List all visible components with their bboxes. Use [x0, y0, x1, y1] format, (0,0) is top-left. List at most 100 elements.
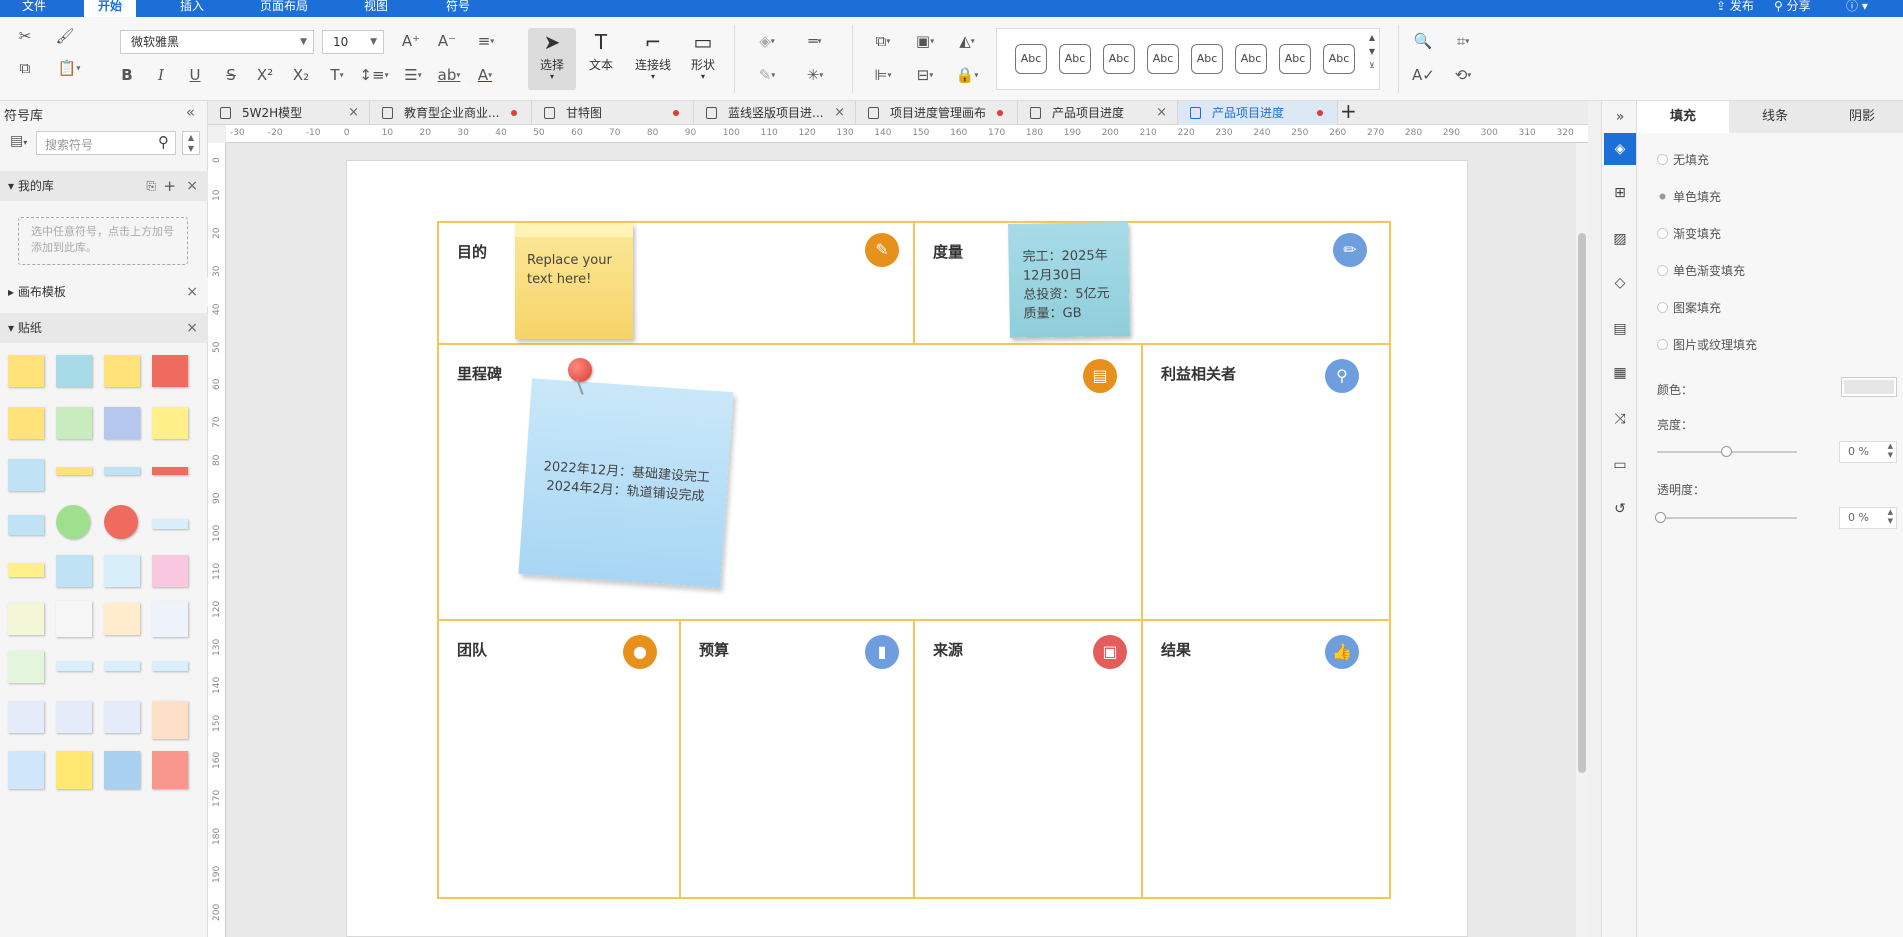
sticker-item[interactable]: [104, 751, 140, 789]
sticker-item[interactable]: [56, 661, 92, 671]
style-preset-7[interactable]: Abc: [1279, 44, 1311, 74]
sticker-item[interactable]: [8, 603, 44, 635]
spell-check-icon[interactable]: A✓: [1412, 64, 1435, 86]
doc-tab[interactable]: 蓝线竖版项目进... ×: [694, 101, 856, 125]
option-solid-gradient-fill[interactable]: 单色渐变填充: [1657, 262, 1745, 279]
font-family-select[interactable]: 微软雅黑 ▼: [120, 30, 314, 54]
sticker-item[interactable]: [56, 505, 90, 539]
style-preset-4[interactable]: Abc: [1147, 44, 1179, 74]
sticker-item[interactable]: [8, 515, 44, 535]
add-icon[interactable]: +: [163, 171, 176, 201]
sticker-item[interactable]: [104, 407, 140, 439]
data-icon[interactable]: ▦: [1610, 363, 1630, 383]
sticky-note-pinned[interactable]: 2022年12月：基础建设完工 2024年2月：轨道铺设完成: [518, 378, 734, 588]
brightness-slider[interactable]: [1657, 446, 1797, 457]
text-format-icon[interactable]: T▾: [322, 64, 352, 86]
canvas-templates-header[interactable]: ▸ 画布模板 ×: [0, 277, 208, 307]
sticker-item[interactable]: [152, 519, 188, 529]
arrange-icon[interactable]: ⧉▾: [868, 30, 898, 52]
presentation-icon[interactable]: ▭: [1610, 455, 1630, 475]
collapse-panel-icon[interactable]: «: [186, 103, 195, 121]
export-icon[interactable]: ⎘: [146, 171, 156, 201]
style-preset-8[interactable]: Abc: [1323, 44, 1355, 74]
find-replace-icon[interactable]: 🔍: [1412, 30, 1434, 52]
sticker-item[interactable]: [56, 467, 92, 475]
sticker-item[interactable]: [8, 407, 44, 439]
sticker-item[interactable]: [56, 555, 92, 587]
option-no-fill[interactable]: 无填充: [1657, 151, 1709, 168]
sticker-item[interactable]: [104, 467, 140, 475]
option-texture-fill[interactable]: 图片或纹理填充: [1657, 336, 1757, 353]
style-preset-5[interactable]: Abc: [1191, 44, 1223, 74]
close-icon[interactable]: ×: [834, 101, 845, 125]
sticker-item[interactable]: [152, 701, 188, 739]
opacity-input[interactable]: 0 % ▲ ▼: [1839, 507, 1897, 529]
stepper-icon[interactable]: ▲ ▼: [1888, 442, 1893, 460]
flip-icon[interactable]: ◭▾: [952, 30, 982, 52]
page-icon[interactable]: ▤: [1610, 319, 1630, 339]
cut-icon[interactable]: ✂: [14, 25, 36, 47]
opacity-slider[interactable]: [1655, 512, 1797, 523]
group-icon[interactable]: ▣▾: [910, 30, 940, 52]
color-picker[interactable]: [1841, 377, 1897, 397]
option-solid-fill[interactable]: 单色填充: [1657, 188, 1721, 205]
sticker-item[interactable]: [152, 467, 188, 475]
option-pattern-fill[interactable]: 图案填充: [1657, 299, 1721, 316]
style-preset-2[interactable]: Abc: [1059, 44, 1091, 74]
style-preset-6[interactable]: Abc: [1235, 44, 1267, 74]
history-icon[interactable]: ↺: [1610, 499, 1630, 519]
line-color-icon[interactable]: ✎▾: [752, 64, 782, 86]
doc-tab[interactable]: 教育型企业商业...: [370, 101, 532, 125]
font-color-icon[interactable]: A▾: [470, 64, 500, 86]
image-icon[interactable]: ▨: [1610, 229, 1630, 249]
subscript-icon[interactable]: X₂: [290, 64, 312, 86]
layers-icon[interactable]: ◇: [1610, 273, 1630, 293]
grid-icon[interactable]: ⊞: [1610, 183, 1630, 203]
doc-tab-active[interactable]: 产品项目进度: [1178, 101, 1338, 125]
brightness-input[interactable]: 0 % ▲ ▼: [1839, 441, 1897, 463]
select-tool[interactable]: ➤ 选择 ▾: [528, 28, 576, 90]
close-icon[interactable]: ×: [186, 171, 198, 201]
sticker-item[interactable]: [152, 601, 188, 637]
option-gradient-fill[interactable]: 渐变填充: [1657, 225, 1721, 242]
help-icon[interactable]: ⓘ ▾: [1846, 0, 1868, 15]
sticker-item[interactable]: [152, 407, 188, 439]
sticker-item[interactable]: [104, 661, 140, 671]
new-tab-icon[interactable]: +: [1340, 99, 1357, 123]
sticker-item[interactable]: [104, 355, 140, 387]
menu-symbol[interactable]: 符号: [432, 0, 484, 17]
doc-tab[interactable]: 项目进度管理画布: [856, 101, 1018, 125]
expand-panel-icon[interactable]: »: [1610, 107, 1630, 127]
fill-bucket-icon[interactable]: ◈: [1604, 133, 1636, 165]
sticker-item[interactable]: [152, 355, 188, 387]
connector-tool[interactable]: ⌐ 连接线 ▾: [630, 28, 676, 81]
replace-shape-icon[interactable]: ⟲▾: [1448, 64, 1478, 86]
list-icon[interactable]: ☰▾: [398, 64, 428, 86]
symbol-search-input[interactable]: 搜索符号 ⚲: [36, 131, 176, 155]
sticker-item[interactable]: [56, 701, 92, 733]
align-objects-icon[interactable]: ⊫▾: [868, 64, 898, 86]
distribute-icon[interactable]: ⊟▾: [910, 64, 940, 86]
close-icon[interactable]: ×: [348, 101, 359, 125]
doc-tab[interactable]: 产品项目进度 ×: [1018, 101, 1178, 125]
slider-knob[interactable]: [1655, 512, 1666, 523]
line-style-icon[interactable]: ═▾: [798, 30, 832, 52]
share-button[interactable]: ⚲ 分享: [1774, 0, 1811, 15]
effects-icon[interactable]: ✳▾: [798, 64, 832, 86]
sticker-item[interactable]: [104, 555, 140, 587]
tab-fill[interactable]: 填充: [1637, 101, 1729, 133]
sticker-item[interactable]: [8, 701, 44, 733]
sticker-item[interactable]: [8, 563, 44, 577]
sticker-item[interactable]: [104, 603, 140, 635]
scrollbar-thumb[interactable]: [1578, 233, 1586, 773]
line-spacing-icon[interactable]: ↕≡▾: [358, 64, 390, 86]
underline-icon[interactable]: U: [184, 64, 206, 86]
menu-file[interactable]: 文件: [8, 0, 60, 17]
publish-button[interactable]: ⇪ 发布: [1716, 0, 1754, 15]
sticker-item[interactable]: [56, 355, 92, 387]
sticker-item[interactable]: [152, 751, 188, 789]
tab-line[interactable]: 线条: [1729, 101, 1821, 133]
sticky-note-yellow[interactable]: Replace your text here!: [515, 223, 633, 339]
library-menu-icon[interactable]: ▤▾: [10, 133, 27, 149]
bold-icon[interactable]: B: [116, 64, 138, 86]
